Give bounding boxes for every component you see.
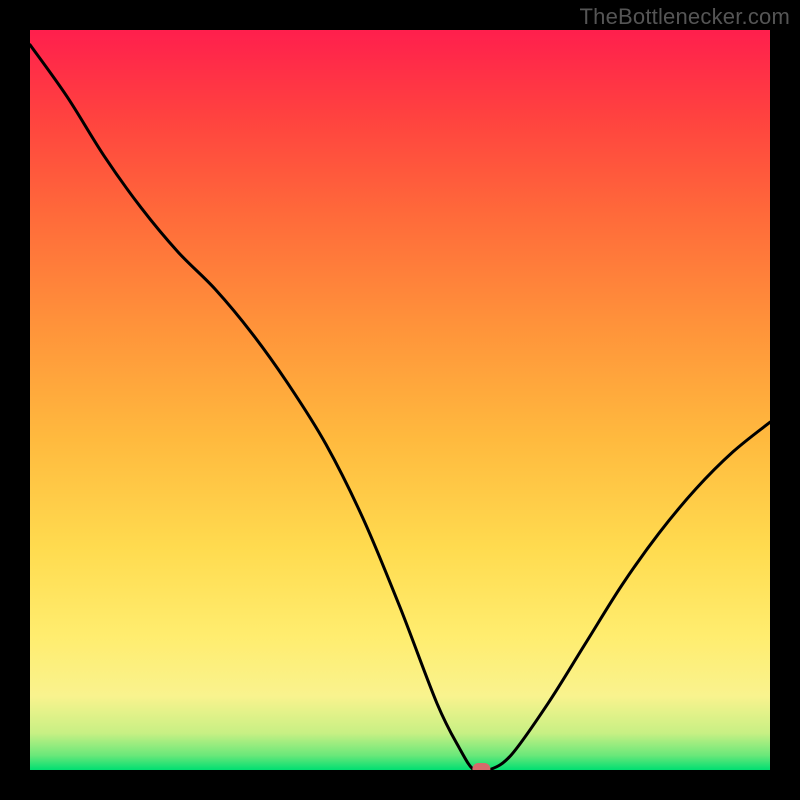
chart-gradient-background: [30, 30, 770, 770]
bottleneck-chart: [30, 30, 770, 770]
attribution-text: TheBottlenecker.com: [580, 4, 790, 30]
